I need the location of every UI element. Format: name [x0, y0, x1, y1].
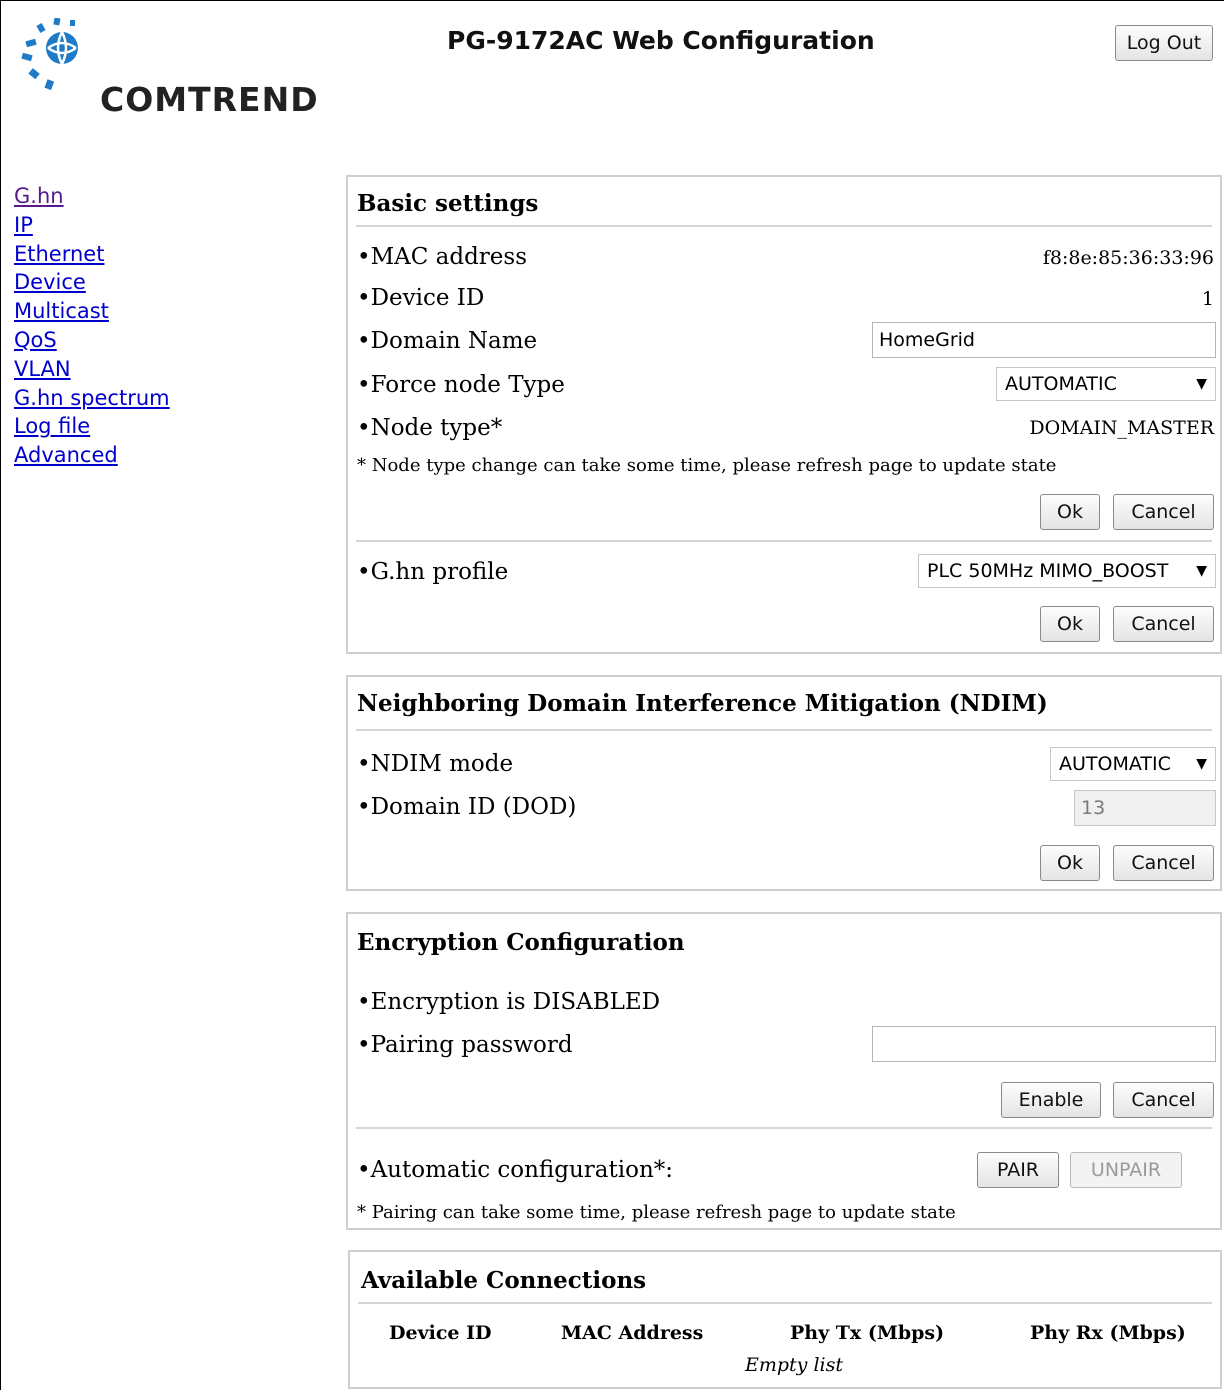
basic-settings-title: Basic settings: [357, 190, 539, 217]
empty-list-text: Empty list: [745, 1354, 843, 1376]
nav-item-ghn[interactable]: G.hn: [14, 182, 170, 211]
automatic-config-label: •Automatic configuration*:: [357, 1157, 674, 1183]
force-node-type-label: •Force node Type: [357, 372, 565, 398]
encryption-status-label: •Encryption is DISABLED: [357, 989, 661, 1015]
device-id-value: 1: [1201, 288, 1214, 310]
ndim-panel: Neighboring Domain Interference Mitigati…: [346, 675, 1222, 891]
node-type-label: •Node type*: [357, 415, 503, 441]
device-id-label: •Device ID: [357, 285, 485, 311]
ndim-mode-label: •NDIM mode: [357, 751, 514, 777]
sidebar-nav: G.hn IP Ethernet Device Multicast QoS VL…: [14, 182, 170, 470]
nav-item-qos[interactable]: QoS: [14, 326, 170, 355]
ghn-profile-label: •G.hn profile: [357, 559, 509, 585]
logout-button[interactable]: Log Out: [1115, 25, 1213, 61]
nav-item-ethernet[interactable]: Ethernet: [14, 240, 170, 269]
nav-item-ip[interactable]: IP: [14, 211, 170, 240]
divider: [356, 1127, 1212, 1129]
connections-title: Available Connections: [361, 1267, 647, 1294]
pair-button[interactable]: PAIR: [977, 1152, 1059, 1188]
comtrend-logo: COMTREND: [18, 18, 338, 119]
nav-item-advanced[interactable]: Advanced: [14, 441, 170, 470]
mac-address-value: f8:8e:85:36:33:96: [1042, 247, 1214, 269]
domain-id-label: •Domain ID (DOD): [357, 794, 577, 820]
nav-item-vlan[interactable]: VLAN: [14, 355, 170, 384]
enable-button[interactable]: Enable: [1001, 1082, 1101, 1118]
profile-cancel-button[interactable]: Cancel: [1113, 606, 1214, 642]
pairing-password-label: •Pairing password: [357, 1032, 573, 1058]
chevron-down-icon: ▼: [1196, 563, 1207, 579]
nav-item-ghn-spectrum[interactable]: G.hn spectrum: [14, 384, 170, 413]
chevron-down-icon: ▼: [1196, 376, 1207, 392]
pairing-password-input[interactable]: [872, 1026, 1216, 1062]
divider: [356, 540, 1212, 542]
divider: [356, 729, 1212, 731]
ndim-ok-button[interactable]: Ok: [1040, 845, 1100, 881]
nav-item-device[interactable]: Device: [14, 268, 170, 297]
column-header-phy-rx: Phy Rx (Mbps): [1030, 1322, 1186, 1344]
encryption-panel: Encryption Configuration •Encryption is …: [346, 912, 1222, 1230]
ndim-cancel-button[interactable]: Cancel: [1113, 845, 1214, 881]
divider: [356, 225, 1212, 227]
domain-name-label: •Domain Name: [357, 328, 538, 354]
basic-settings-panel: Basic settings •MAC address f8:8e:85:36:…: [346, 175, 1222, 654]
pairing-note: * Pairing can take some time, please ref…: [357, 1202, 956, 1223]
logo-globe-icon: [21, 18, 78, 91]
ghn-profile-select[interactable]: PLC 50MHz MIMO_BOOST ▼: [918, 554, 1216, 588]
encryption-title: Encryption Configuration: [357, 929, 685, 956]
column-header-device-id: Device ID: [389, 1322, 492, 1344]
nav-item-log-file[interactable]: Log file: [14, 412, 170, 441]
force-node-type-value: AUTOMATIC: [1005, 373, 1117, 395]
ndim-title: Neighboring Domain Interference Mitigati…: [357, 690, 1048, 717]
unpair-button[interactable]: UNPAIR: [1070, 1152, 1182, 1188]
domain-id-input[interactable]: 13: [1074, 790, 1216, 826]
ndim-mode-value: AUTOMATIC: [1059, 753, 1171, 775]
nav-item-multicast[interactable]: Multicast: [14, 297, 170, 326]
logo-text: COMTREND: [100, 80, 319, 119]
profile-ok-button[interactable]: Ok: [1040, 606, 1100, 642]
page-title: PG-9172AC Web Configuration: [447, 26, 875, 55]
ndim-mode-select[interactable]: AUTOMATIC ▼: [1050, 747, 1216, 781]
node-type-value: DOMAIN_MASTER: [1029, 417, 1214, 439]
column-header-mac-address: MAC Address: [561, 1322, 704, 1344]
ok-button[interactable]: Ok: [1040, 494, 1100, 530]
domain-name-input[interactable]: HomeGrid: [872, 322, 1216, 358]
mac-address-label: •MAC address: [357, 244, 528, 270]
ghn-profile-value: PLC 50MHz MIMO_BOOST: [927, 560, 1169, 582]
divider: [358, 1302, 1212, 1304]
force-node-type-select[interactable]: AUTOMATIC ▼: [996, 367, 1216, 401]
chevron-down-icon: ▼: [1196, 756, 1207, 772]
encryption-cancel-button[interactable]: Cancel: [1113, 1082, 1214, 1118]
cancel-button[interactable]: Cancel: [1113, 494, 1214, 530]
node-type-note: * Node type change can take some time, p…: [357, 455, 1057, 476]
column-header-phy-tx: Phy Tx (Mbps): [790, 1322, 945, 1344]
